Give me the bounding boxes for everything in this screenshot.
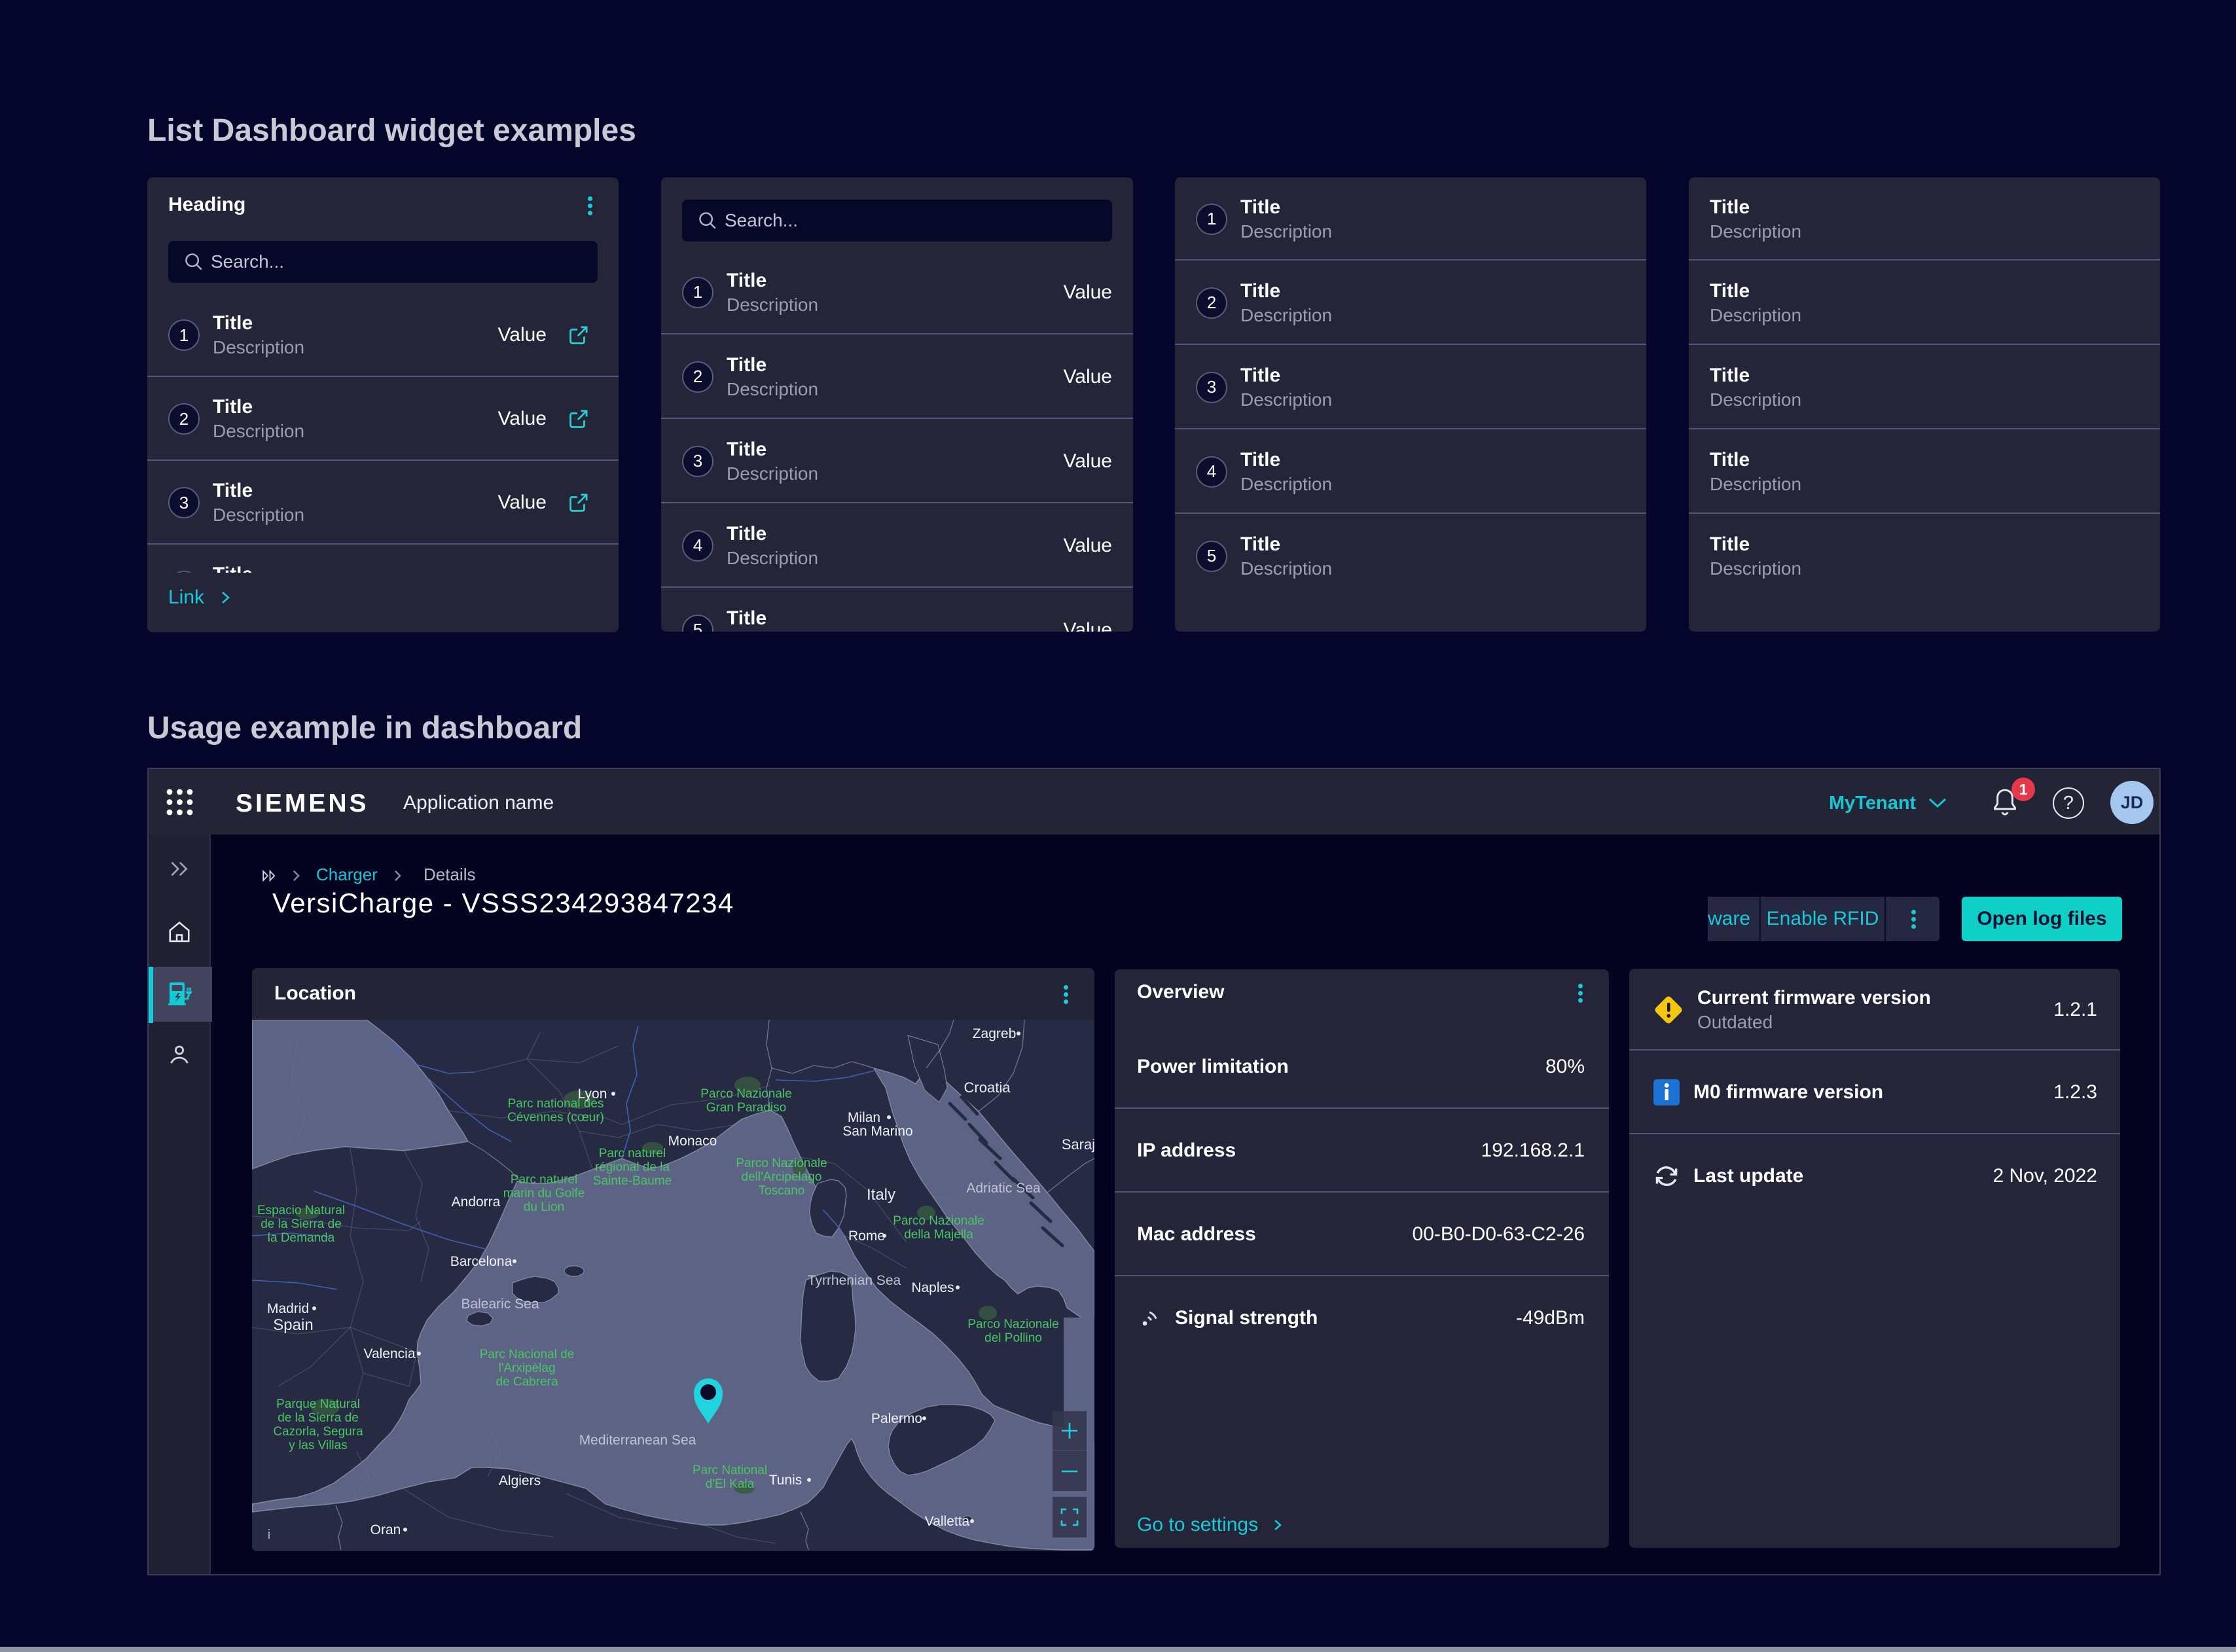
svg-text:Balearic Sea: Balearic Sea <box>461 1297 539 1312</box>
svg-text:Valletta: Valletta <box>925 1514 970 1529</box>
svg-text:Parco NazionaleGran Paradiso: Parco NazionaleGran Paradiso <box>700 1087 791 1115</box>
svg-text:Rome: Rome <box>848 1229 885 1244</box>
svg-text:Zagreb: Zagreb <box>973 1026 1017 1041</box>
svg-text:Monaco: Monaco <box>668 1134 717 1149</box>
svg-text:Tunis: Tunis <box>769 1473 802 1488</box>
svg-text:Algiers: Algiers <box>499 1473 541 1488</box>
svg-text:Parco Nazionaledella Majella: Parco Nazionaledella Majella <box>893 1214 984 1242</box>
svg-text:Milan: Milan <box>848 1110 880 1125</box>
svg-text:Parc naturelrégional de laSain: Parc naturelrégional de laSainte-Baume <box>593 1147 672 1188</box>
svg-text:Naples: Naples <box>911 1280 954 1295</box>
svg-text:Andorra: Andorra <box>452 1194 501 1210</box>
svg-text:Italy: Italy <box>867 1186 895 1204</box>
svg-text:Mediterranean Sea: Mediterranean Sea <box>579 1433 696 1448</box>
svg-text:Espacio Naturalde la Sierra de: Espacio Naturalde la Sierra dela Demanda <box>257 1204 345 1245</box>
svg-text:i: i <box>268 1528 270 1542</box>
svg-text:Croatia: Croatia <box>964 1079 1011 1096</box>
svg-text:Parc national desCévennes (cœu: Parc national desCévennes (cœur) <box>507 1097 604 1124</box>
svg-text:San Marino: San Marino <box>842 1124 912 1139</box>
svg-text:Adriatic Sea: Adriatic Sea <box>966 1181 1041 1196</box>
svg-text:Spain: Spain <box>273 1316 313 1334</box>
svg-text:Barcelona: Barcelona <box>450 1254 513 1269</box>
svg-text:Oran: Oran <box>370 1522 401 1537</box>
svg-text:Tyrrhenian Sea: Tyrrhenian Sea <box>808 1273 901 1288</box>
svg-text:Valencia: Valencia <box>364 1346 416 1361</box>
svg-text:Palermo: Palermo <box>871 1411 922 1426</box>
svg-text:Sarajev: Sarajev <box>1062 1136 1094 1153</box>
svg-text:Madrid: Madrid <box>267 1301 309 1316</box>
